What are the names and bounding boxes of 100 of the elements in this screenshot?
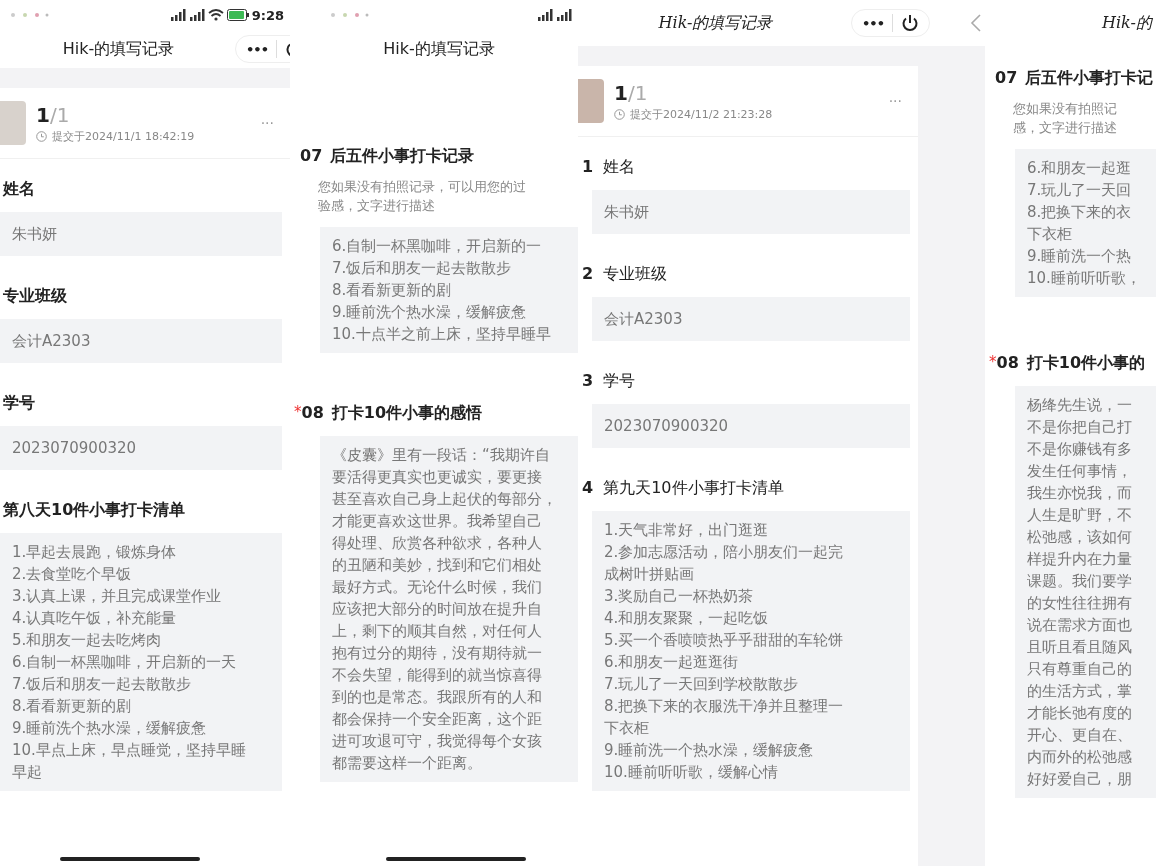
answer-line: 6.和朋友一起逛逛街 (604, 652, 740, 673)
answer-line: 都会保持一个安全距离，这个距 (332, 709, 543, 730)
answer-line: 上，剩下的顺其自然，对任何人 (332, 621, 543, 642)
page-title: Hik-的填写记录 (382, 38, 496, 60)
answer-line: 9.睡前洗一个热水澡，缓解疲惫 (604, 740, 815, 761)
answer-line: 6.和朋友一起逛 (1027, 158, 1133, 179)
answer-line: 8.看看新更新的剧 (12, 696, 133, 717)
answer-line: 9.睡前洗个热水澡，缓解疲惫 (12, 718, 208, 739)
answer-line: 3.认真上课，并且完成课堂作业 (12, 586, 223, 607)
answer-line: 10.睡前听听歌， (1027, 268, 1142, 289)
answer-line: 好好爱自己，朋 (1027, 769, 1133, 790)
question-title: 专业班级 (603, 264, 668, 285)
answer-line: 的生活方式，掌 (1027, 681, 1133, 702)
clock-icon (614, 108, 625, 120)
answer-line: 10.十点半之前上床，坚持早睡早 (332, 324, 552, 345)
answer-line: 抱有过分的期待，没有期待就一 (332, 643, 543, 664)
question-title: 姓名 (603, 157, 636, 178)
answer-line: 8.把换下来的衣 (1027, 202, 1133, 223)
answer-line: 才能长弛有度的 (1027, 703, 1133, 724)
question-title: 后五件小事打卡记 (1025, 68, 1154, 89)
required-mark: * (294, 403, 302, 421)
answer-line: 发生任何事情， (1027, 461, 1133, 482)
record-count: 1/1 (36, 102, 71, 127)
submit-time: 提交于2024/11/1 18:42:19 (52, 128, 195, 144)
answer-line: 我生亦悦我，而 (1027, 483, 1133, 504)
question-title: 第九天10件小事打卡清单 (603, 478, 784, 499)
answer-line: 3.奖励自己一杯热奶茶 (604, 586, 755, 607)
answer-line: 6.自制一杯黑咖啡，开启新的一 (332, 236, 543, 257)
answer-line: 5.和朋友一起去吃烤肉 (12, 630, 163, 651)
battery-icon (226, 9, 249, 21)
answer-line: 内而外的松弛感 (1027, 747, 1133, 768)
answer-field: 朱书妍 (0, 212, 282, 256)
answer-line: 样提升内在力量 (1027, 549, 1133, 570)
answer-line: 9.睡前洗一个热 (1027, 246, 1133, 267)
answer-line: 最好方式。无论什么时候，我们 (332, 577, 543, 598)
answer-line: 8.看看新更新的剧 (332, 280, 453, 301)
answer-line: 4.认真吃午饭，补充能量 (12, 608, 178, 629)
answer-line: 10.早点上床，早点睡觉，坚持早睡 (12, 740, 247, 761)
answer-line: 《皮囊》里有一段话：“我期许自 (332, 445, 551, 466)
description-line: 验感，文字进行描述 (318, 197, 436, 215)
answer-line: 甚至喜欢自己身上起伏的每部分， (332, 489, 558, 510)
answer-field: 会计A2303 (592, 297, 910, 341)
question-number: 07 (995, 68, 1018, 87)
wifi-icon (207, 9, 224, 21)
answer-line: 应该把大部分的时间放在提升自 (332, 599, 543, 620)
answer-line: 到的也是常态。我跟所有的人和 (332, 687, 543, 708)
answer-line: 下衣柜 (1027, 224, 1073, 245)
status-time: 9:28 (251, 7, 284, 23)
answer-line: 只有尊重自己的 (1027, 659, 1133, 680)
answer-line: 8.把换下来的衣服洗干净并且整理一 (604, 696, 845, 717)
question-title: 后五件小事打卡记录 (330, 146, 475, 167)
question-title: 第八天10件小事打卡清单 (3, 500, 186, 521)
answer-line: 人生是旷野，不 (1027, 505, 1133, 526)
photo-placeholder (578, 79, 604, 123)
answer-line: 且听且看且随风 (1027, 637, 1133, 658)
answer-field: 2023070900320 (592, 404, 910, 448)
question-number: 2 (582, 264, 594, 283)
answer-line: 说在需求方面也 (1027, 615, 1133, 636)
question-number: 07 (300, 146, 323, 165)
question-title: 专业班级 (3, 286, 67, 307)
answer-line: 1.早起去晨跑，锻炼身体 (12, 542, 178, 563)
question-title: 学号 (603, 371, 636, 392)
answer-line: 10.睡前听听歌，缓解心情 (604, 762, 779, 783)
answer-line: 不会失望，能得到的就当惊喜得 (332, 665, 543, 686)
submit-time: 提交于2024/11/2 21:23:28 (630, 106, 773, 122)
description-line: 您如果没有拍照记 (1013, 100, 1118, 118)
answer-line: 的丑陋和美妙，找到和它们相处 (332, 555, 543, 576)
answer-line: 6.自制一杯黑咖啡，开启新的一天 (12, 652, 238, 673)
answer-field: 朱书妍 (592, 190, 910, 234)
answer-line: 都需要这样一个距离。 (332, 753, 483, 774)
question-number: 08 (996, 353, 1019, 372)
answer-line: 7.玩儿了一天回 (1027, 180, 1133, 201)
signal-icon (556, 9, 572, 21)
answer-field: 会计A2303 (0, 319, 282, 363)
answer-line: 7.饭后和朋友一起去散散步 (12, 674, 193, 695)
answer-line: 7.玩儿了一天回到学校散散步 (604, 674, 800, 695)
question-title: 学号 (3, 393, 35, 414)
answer-line: 9.睡前洗个热水澡，缓解疲惫 (332, 302, 528, 323)
record-count: 1/1 (614, 80, 649, 105)
dots-drawing (10, 12, 50, 18)
answer-line: 不是你把自己打 (1027, 417, 1133, 438)
page-title: Hik-的 (1101, 12, 1154, 34)
answer-line: 早起 (12, 762, 43, 783)
clock-icon (36, 130, 47, 142)
answer-line: 进可攻退可守，我觉得每个女孩 (332, 731, 543, 752)
question-number: 4 (582, 478, 594, 497)
question-title: 打卡10件小事的感悟 (331, 403, 483, 424)
question-title: 姓名 (3, 179, 35, 200)
answer-line: 成树叶拼贴画 (604, 564, 695, 585)
answer-line: 松弛感，该如何 (1027, 527, 1133, 548)
answer-line: 杨绛先生说，一 (1027, 395, 1133, 416)
description-line: 感，文字进行描述 (1013, 119, 1118, 137)
question-number: 3 (582, 371, 594, 390)
page-title: Hik-的填写记录 (657, 12, 774, 34)
answer-line: 2.去食堂吃个早饭 (12, 564, 133, 585)
answer-line: 课题。我们要学 (1027, 571, 1133, 592)
question-number: 08 (301, 403, 324, 422)
answer-line: 下衣柜 (604, 718, 650, 739)
answer-line: 4.和朋友聚聚，一起吃饭 (604, 608, 770, 629)
answer-line: 7.饭后和朋友一起去散散步 (332, 258, 513, 279)
